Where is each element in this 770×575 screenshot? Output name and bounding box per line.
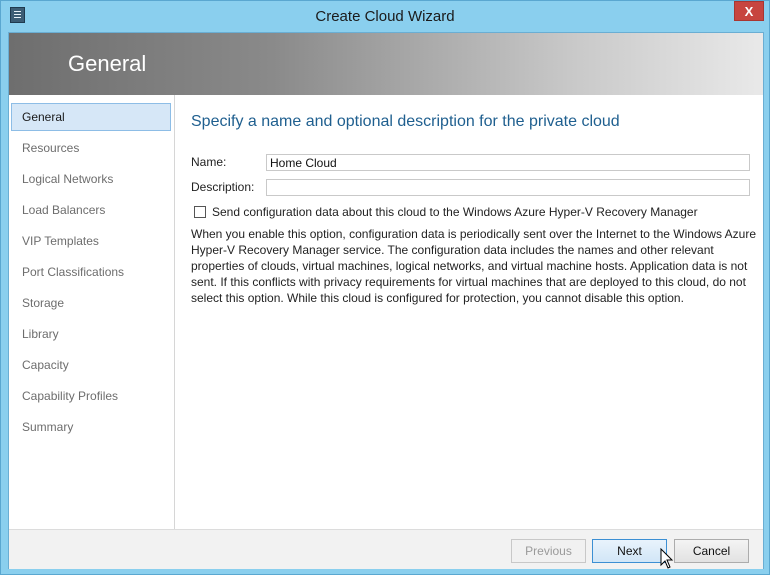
nav-item-summary[interactable]: Summary [11,413,171,441]
name-input[interactable] [266,154,750,171]
previous-button[interactable]: Previous [511,539,586,563]
window-title: Create Cloud Wizard [315,8,455,25]
page-title: General [68,51,147,76]
nav-item-vip-templates[interactable]: VIP Templates [11,227,171,255]
nav-item-port-classifications[interactable]: Port Classifications [11,258,171,286]
header-banner: General [9,33,763,95]
description-label: Description: [191,180,255,194]
nav-item-resources[interactable]: Resources [11,134,171,162]
cancel-button[interactable]: Cancel [674,539,749,563]
description-input[interactable] [266,179,750,196]
nav-item-general[interactable]: General [11,103,171,131]
nav-item-load-balancers[interactable]: Load Balancers [11,196,171,224]
nav-item-logical-networks[interactable]: Logical Networks [11,165,171,193]
nav-item-capability-profiles[interactable]: Capability Profiles [11,382,171,410]
close-button[interactable]: X [734,1,764,21]
info-text: When you enable this option, configurati… [191,227,756,305]
title-bar[interactable]: Create Cloud Wizard X [1,1,769,33]
name-label: Name: [191,155,227,169]
mouse-cursor-icon [660,548,674,569]
main-panel: Specify a name and optional description … [175,95,763,529]
wizard-window: Create Cloud Wizard X General General Re… [0,0,770,575]
footer-bar: Previous Next Cancel [9,529,763,569]
nav-item-storage[interactable]: Storage [11,289,171,317]
nav-item-library[interactable]: Library [11,320,171,348]
send-config-label[interactable]: Send configuration data about this cloud… [212,205,698,219]
next-button[interactable]: Next [592,539,667,563]
section-heading: Specify a name and optional description … [191,113,620,130]
wizard-client: General General Resources Logical Networ… [8,32,764,569]
nav-item-capacity[interactable]: Capacity [11,351,171,379]
wizard-nav: General Resources Logical Networks Load … [9,95,175,529]
send-config-checkbox[interactable] [194,206,206,218]
